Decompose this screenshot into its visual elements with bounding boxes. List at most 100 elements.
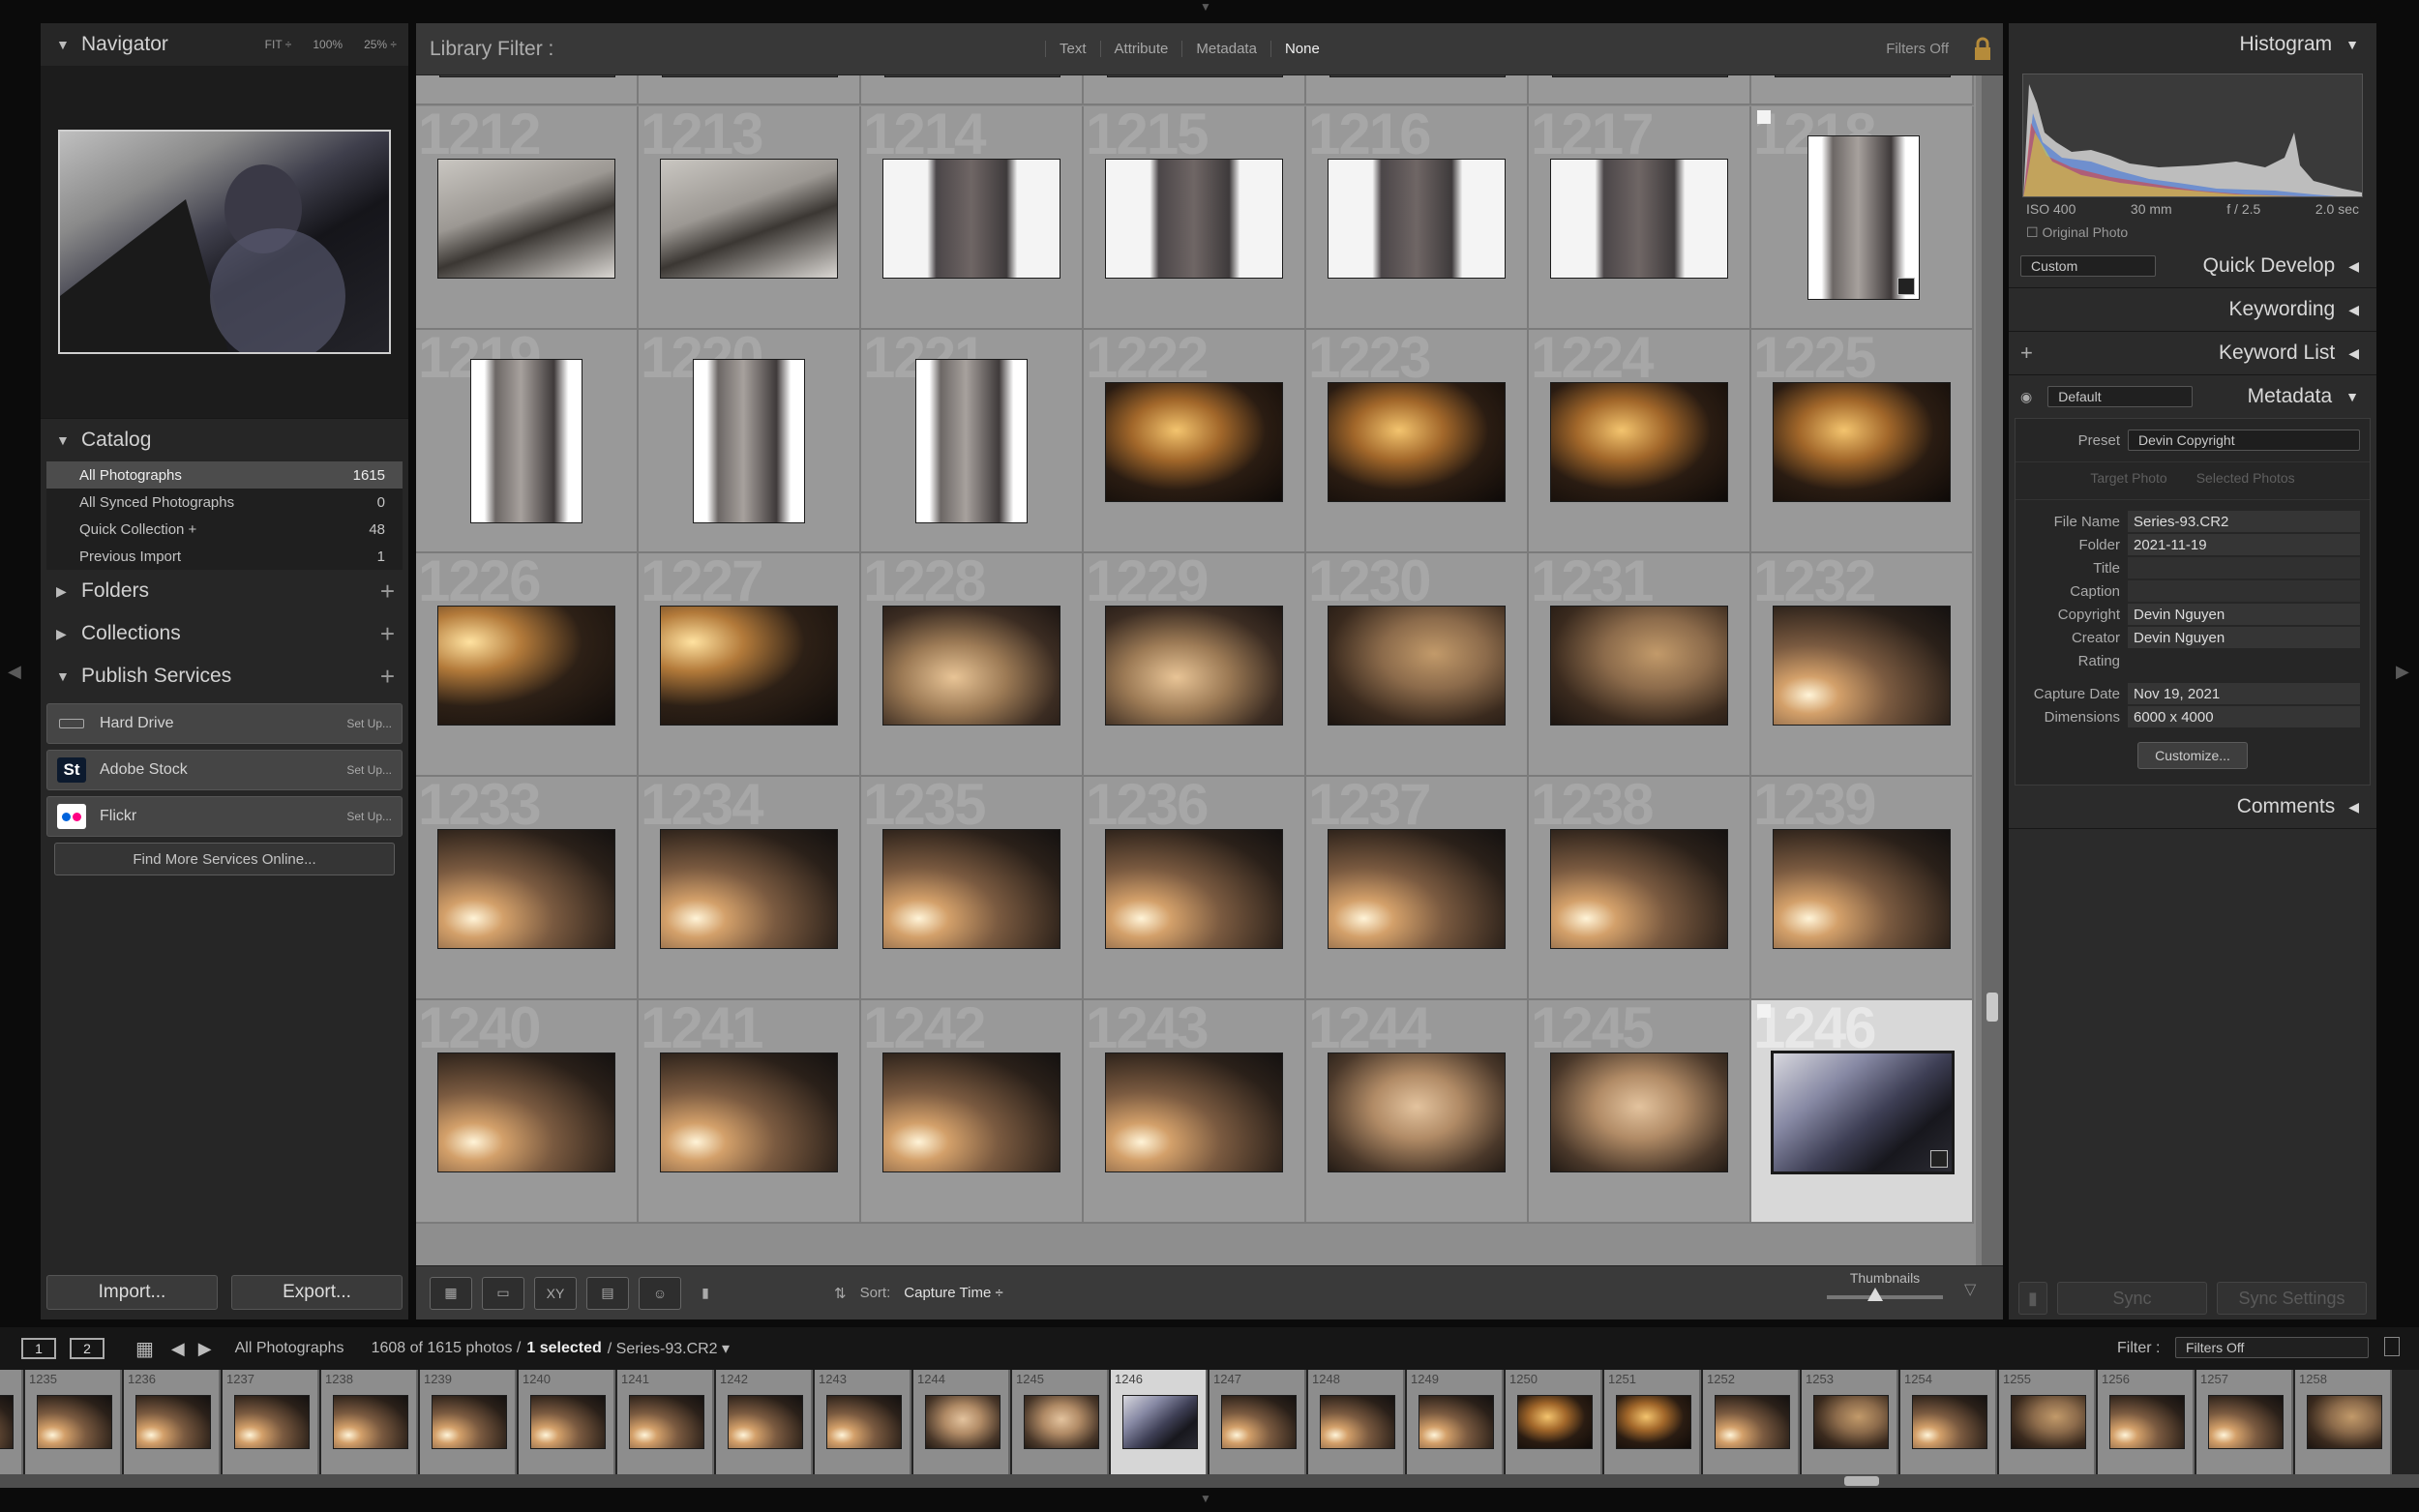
filmstrip-cell[interactable] bbox=[0, 1370, 23, 1474]
grid-cell[interactable]: 1238 bbox=[1529, 777, 1751, 1000]
filmstrip-thumbnail[interactable] bbox=[1024, 1395, 1099, 1449]
filmstrip-cell[interactable]: 1258 bbox=[2295, 1370, 2392, 1474]
source-label[interactable]: All Photographs bbox=[235, 1340, 344, 1357]
grid-scroll-thumb[interactable] bbox=[1986, 993, 1998, 1022]
photo-thumbnail[interactable] bbox=[1775, 75, 1951, 77]
grid-cell-partial[interactable] bbox=[416, 75, 639, 105]
filmstrip-cell[interactable]: 1240 bbox=[519, 1370, 615, 1474]
photo-thumbnail[interactable] bbox=[1107, 75, 1283, 77]
loupe-view-icon[interactable]: ▭ bbox=[482, 1276, 524, 1310]
photo-thumbnail[interactable] bbox=[882, 159, 1060, 279]
filmstrip-thumbnail[interactable] bbox=[2307, 1395, 2382, 1449]
selected-photos-toggle[interactable]: Selected Photos bbox=[2196, 470, 2295, 486]
grid-cell[interactable]: 1227 bbox=[639, 553, 861, 777]
eye-icon[interactable]: ◉ bbox=[2020, 389, 2032, 405]
sort-direction-icon[interactable]: ⇅ bbox=[834, 1285, 847, 1302]
grid-cell[interactable]: 1216 bbox=[1306, 106, 1529, 330]
filmstrip-cell[interactable]: 1247 bbox=[1210, 1370, 1306, 1474]
photo-thumbnail[interactable] bbox=[693, 359, 805, 523]
filmstrip-thumbnail[interactable] bbox=[530, 1395, 606, 1449]
keywording-header[interactable]: Keywording ◀ bbox=[2009, 288, 2376, 331]
grid-cell-partial[interactable] bbox=[1751, 75, 1974, 105]
grid-cell-partial[interactable] bbox=[1529, 75, 1751, 105]
filmstrip-cell[interactable]: 1242 bbox=[716, 1370, 813, 1474]
zoom-fit[interactable]: FIT ÷ bbox=[265, 38, 292, 51]
photo-thumbnail[interactable] bbox=[1328, 829, 1506, 949]
photo-thumbnail[interactable] bbox=[884, 75, 1060, 77]
thumbnail-size-knob[interactable] bbox=[1867, 1288, 1883, 1301]
filter-text[interactable]: Text bbox=[1045, 41, 1100, 57]
grid-cell[interactable]: 1225 bbox=[1751, 330, 1974, 553]
photo-thumbnail[interactable] bbox=[1105, 829, 1283, 949]
left-panel-toggle-icon[interactable]: ◀ bbox=[8, 662, 21, 682]
filmstrip-cell[interactable]: 1237 bbox=[223, 1370, 319, 1474]
grid-cell[interactable]: 1246 bbox=[1751, 1000, 1974, 1224]
customize-button[interactable]: Customize... bbox=[2137, 742, 2248, 769]
photo-thumbnail[interactable] bbox=[1771, 1051, 1955, 1174]
photo-thumbnail[interactable] bbox=[1550, 606, 1728, 726]
photo-thumbnail[interactable] bbox=[439, 75, 615, 77]
grid-cell[interactable]: 1218 bbox=[1751, 106, 1974, 330]
photo-thumbnail[interactable] bbox=[882, 606, 1060, 726]
photo-thumbnail[interactable] bbox=[660, 159, 838, 279]
photo-thumbnail[interactable] bbox=[437, 159, 615, 279]
filmstrip-cell[interactable]: 1246 bbox=[1111, 1370, 1208, 1474]
grid-cell[interactable]: 1215 bbox=[1084, 106, 1306, 330]
add-collection-icon[interactable]: + bbox=[380, 619, 395, 649]
photo-thumbnail[interactable] bbox=[1105, 382, 1283, 502]
photo-thumbnail[interactable] bbox=[1773, 829, 1951, 949]
photo-thumbnail[interactable] bbox=[437, 829, 615, 949]
photo-thumbnail[interactable] bbox=[1105, 606, 1283, 726]
filmstrip-thumbnail[interactable] bbox=[2109, 1395, 2185, 1449]
catalog-item-quick-collection[interactable]: Quick Collection + 48 bbox=[46, 516, 403, 543]
grid-cell[interactable]: 1229 bbox=[1084, 553, 1306, 777]
metadata-preset-dropdown[interactable]: Devin Copyright bbox=[2128, 430, 2360, 451]
grid-cell[interactable]: 1226 bbox=[416, 553, 639, 777]
setup-link[interactable]: Set Up... bbox=[346, 717, 392, 730]
grid-cell[interactable]: 1245 bbox=[1529, 1000, 1751, 1224]
filmstrip-cell[interactable]: 1236 bbox=[124, 1370, 221, 1474]
filmstrip-thumbnail[interactable] bbox=[1320, 1395, 1395, 1449]
survey-view-icon[interactable]: ▤ bbox=[586, 1276, 629, 1310]
photo-thumbnail[interactable] bbox=[660, 606, 838, 726]
photo-thumbnail[interactable] bbox=[1328, 382, 1506, 502]
filmstrip-thumbnail[interactable] bbox=[0, 1395, 14, 1449]
metadata-field-value[interactable]: 2021-11-19 bbox=[2128, 534, 2360, 555]
setup-link[interactable]: Set Up... bbox=[346, 763, 392, 777]
filmstrip-cell[interactable]: 1244 bbox=[913, 1370, 1010, 1474]
grid-cell[interactable]: 1236 bbox=[1084, 777, 1306, 1000]
photo-thumbnail[interactable] bbox=[662, 75, 838, 77]
keyword-list-header[interactable]: + Keyword List ◀ bbox=[2009, 332, 2376, 374]
filmstrip-thumbnail[interactable] bbox=[1419, 1395, 1494, 1449]
filmstrip-thumbnail[interactable] bbox=[1122, 1395, 1198, 1449]
filmstrip-cell[interactable]: 1250 bbox=[1506, 1370, 1602, 1474]
filter-attribute[interactable]: Attribute bbox=[1099, 41, 1182, 57]
grid-cell[interactable]: 1231 bbox=[1529, 553, 1751, 777]
filmstrip-filter-dropdown[interactable]: Filters Off bbox=[2175, 1337, 2369, 1358]
grid-cell[interactable]: 1240 bbox=[416, 1000, 639, 1224]
grid-cell[interactable]: 1224 bbox=[1529, 330, 1751, 553]
grid-cell[interactable]: 1221 bbox=[861, 330, 1084, 553]
filmstrip-cell[interactable]: 1252 bbox=[1703, 1370, 1800, 1474]
filmstrip-thumbnail[interactable] bbox=[629, 1395, 704, 1449]
filmstrip-cell[interactable]: 1235 bbox=[25, 1370, 122, 1474]
quick-develop-preset-dropdown[interactable]: Custom bbox=[2020, 255, 2156, 277]
filmstrip-cell[interactable]: 1251 bbox=[1604, 1370, 1701, 1474]
sync-switch[interactable]: ▮ bbox=[2018, 1282, 2047, 1315]
grid-cell[interactable]: 1244 bbox=[1306, 1000, 1529, 1224]
zoom-100[interactable]: 100% bbox=[313, 38, 343, 51]
photo-thumbnail[interactable] bbox=[1328, 1052, 1506, 1172]
navigator-image[interactable] bbox=[58, 130, 391, 354]
publish-adobe-stock[interactable]: St Adobe Stock Set Up... bbox=[46, 750, 403, 790]
photo-thumbnail[interactable] bbox=[1773, 382, 1951, 502]
metadata-field-value[interactable]: Series-93.CR2 bbox=[2128, 511, 2360, 532]
metadata-view-dropdown[interactable]: Default bbox=[2047, 386, 2194, 407]
quick-develop-header[interactable]: Custom Quick Develop ◀ bbox=[2009, 245, 2376, 287]
sync-settings-button[interactable]: Sync Settings bbox=[2217, 1282, 2367, 1315]
sync-button[interactable]: Sync bbox=[2057, 1282, 2207, 1315]
spray-can-icon[interactable]: ▮ bbox=[691, 1277, 720, 1310]
add-keyword-icon[interactable]: + bbox=[2020, 341, 2033, 366]
photo-thumbnail[interactable] bbox=[882, 829, 1060, 949]
export-button[interactable]: Export... bbox=[231, 1275, 403, 1310]
selected-file-name[interactable]: / Series-93.CR2 ▾ bbox=[608, 1339, 730, 1358]
